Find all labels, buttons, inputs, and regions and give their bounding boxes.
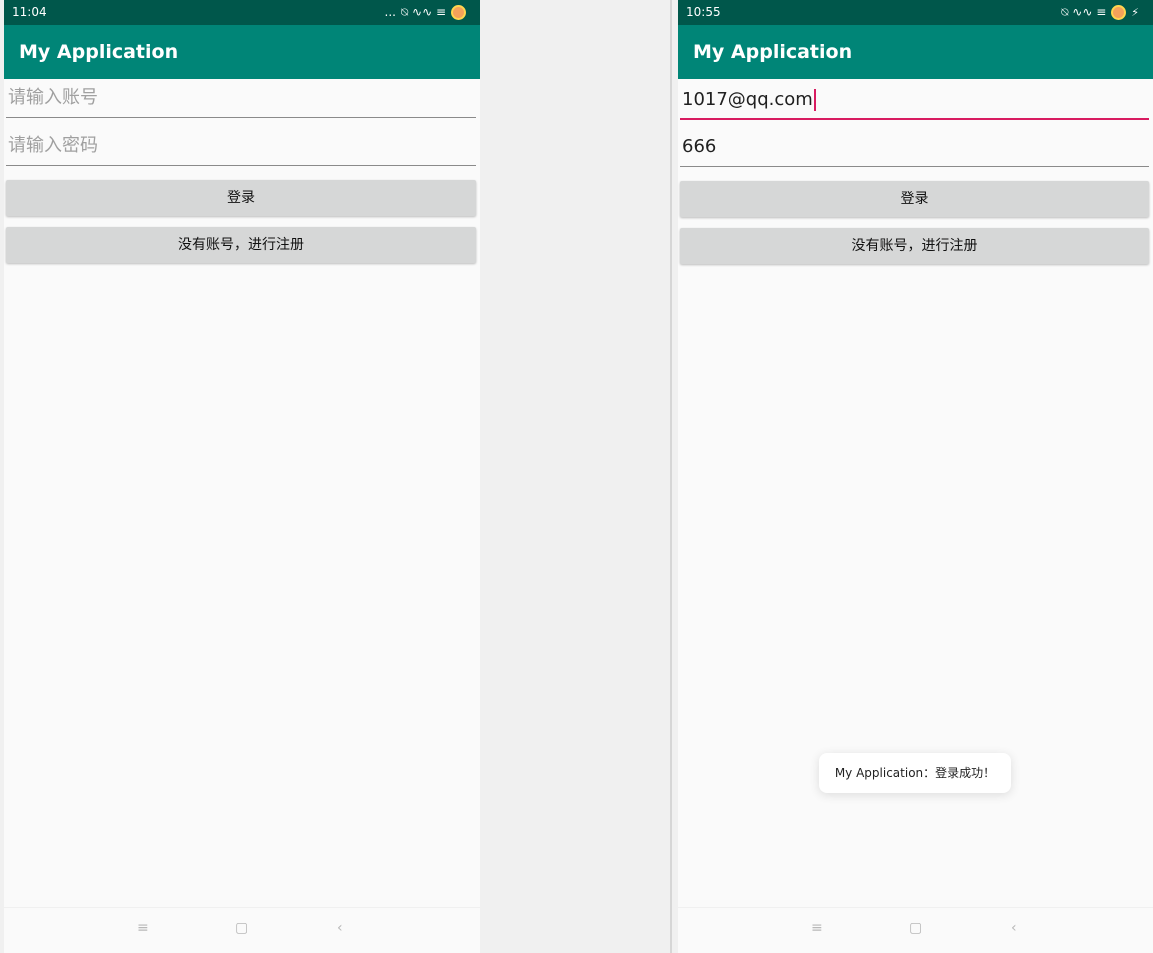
more-notifications-icon: ... xyxy=(384,5,396,19)
navigation-bar: ≡ ▢ ‹ xyxy=(678,907,1153,953)
app-title: My Application xyxy=(693,41,853,63)
status-time: 11:04 xyxy=(12,5,47,19)
password-input[interactable]: 666 xyxy=(680,129,1149,167)
status-bar: 11:04 ... ⍉ ∿∿ ≡ xyxy=(4,0,480,25)
battery-icon xyxy=(451,5,466,20)
login-button[interactable]: 登录 xyxy=(680,181,1149,217)
status-time: 10:55 xyxy=(686,5,721,19)
app-bar: My Application xyxy=(678,25,1153,79)
app-title: My Application xyxy=(19,41,179,63)
login-button[interactable]: 登录 xyxy=(6,180,476,216)
register-button[interactable]: 没有账号，进行注册 xyxy=(680,228,1149,264)
left-phone-screen: 11:04 ... ⍉ ∿∿ ≡ My Application 请输入账号 请输… xyxy=(4,0,480,953)
menu-icon[interactable]: ≡ xyxy=(811,920,823,936)
signal-wifi-icons: ⍉ ∿∿ ≡ xyxy=(401,5,446,19)
app-bar: My Application xyxy=(4,25,480,79)
battery-icon xyxy=(1111,5,1127,20)
toast-message: My Application：登录成功！ xyxy=(819,753,1011,793)
password-value: 666 xyxy=(682,136,717,157)
register-button[interactable]: 没有账号，进行注册 xyxy=(6,227,476,263)
account-placeholder: 请输入账号 xyxy=(8,87,98,108)
status-icons: ⍉ ∿∿ ≡ ⚡ xyxy=(1061,0,1139,25)
right-phone-screen: 10:55 ⍉ ∿∿ ≡ ⚡ My Application 1017@qq.co… xyxy=(678,0,1153,953)
password-placeholder: 请输入密码 xyxy=(8,135,98,156)
home-icon[interactable]: ▢ xyxy=(235,920,248,936)
account-input[interactable]: 请输入账号 xyxy=(6,80,476,118)
screen-divider xyxy=(670,0,672,953)
menu-icon[interactable]: ≡ xyxy=(137,920,149,936)
back-icon[interactable]: ‹ xyxy=(337,920,343,936)
account-input[interactable]: 1017@qq.com xyxy=(680,82,1149,120)
signal-wifi-icons: ⍉ ∿∿ ≡ xyxy=(1061,5,1107,19)
status-bar: 10:55 ⍉ ∿∿ ≡ ⚡ xyxy=(678,0,1153,25)
charging-icon: ⚡ xyxy=(1131,6,1139,19)
navigation-bar: ≡ ▢ ‹ xyxy=(4,907,480,953)
account-value: 1017@qq.com xyxy=(682,89,813,110)
password-input[interactable]: 请输入密码 xyxy=(6,128,476,166)
text-cursor xyxy=(813,89,816,111)
back-icon[interactable]: ‹ xyxy=(1011,920,1017,936)
status-icons: ... ⍉ ∿∿ ≡ xyxy=(385,0,466,25)
home-icon[interactable]: ▢ xyxy=(909,920,922,936)
